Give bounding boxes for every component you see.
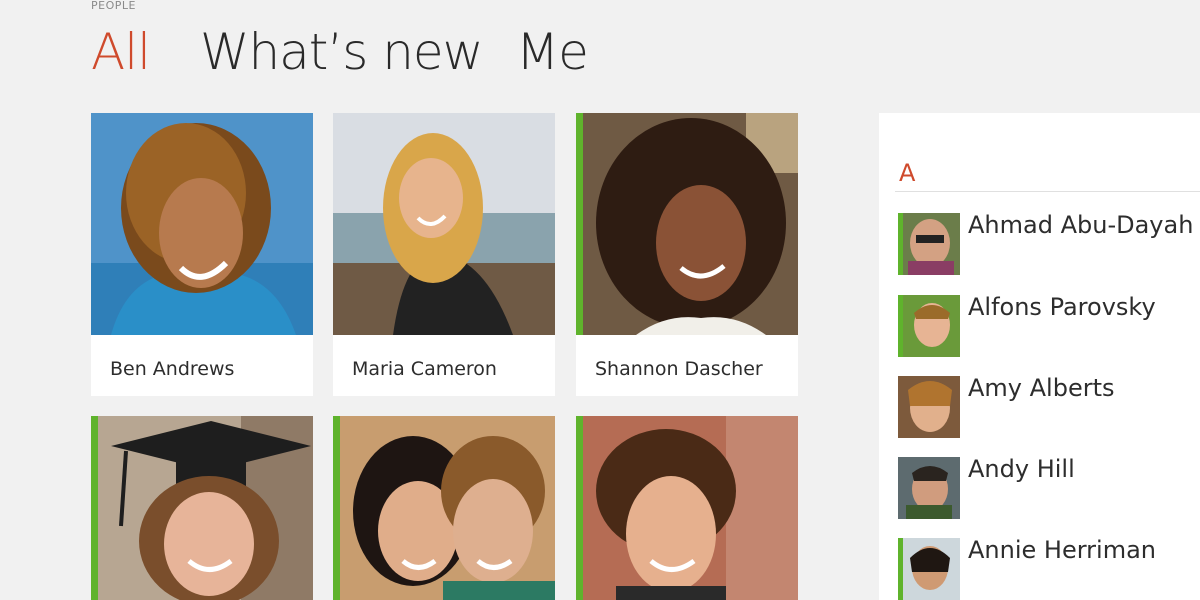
list-item-andy-hill[interactable]: Andy Hill <box>898 455 1198 519</box>
contact-tile-name: Maria Cameron <box>352 358 497 380</box>
list-item-name: Amy Alberts <box>968 374 1115 402</box>
list-item-name: Andy Hill <box>968 455 1075 483</box>
app-title: PEOPLE <box>91 0 136 12</box>
list-item-name: Ahmad Abu-Dayah <box>968 211 1194 239</box>
list-item-alfons-parovsky[interactable]: Alfons Parovsky <box>898 293 1198 357</box>
avatar <box>898 457 960 519</box>
divider <box>895 191 1200 192</box>
avatar <box>898 295 960 357</box>
avatar-accent-bar <box>898 295 903 357</box>
tab-me[interactable]: Me <box>516 22 589 82</box>
contact-tile-name: Ben Andrews <box>110 358 235 380</box>
contact-photo <box>576 416 798 600</box>
list-item-ahmad-abu-dayah[interactable]: Ahmad Abu-Dayah <box>898 211 1198 275</box>
contact-photo <box>91 416 313 600</box>
list-item-annie-herriman[interactable]: Annie Herriman <box>898 536 1198 600</box>
contact-tile-name: Shannon Dascher <box>595 358 763 380</box>
avatar <box>898 376 960 438</box>
avatar-accent-bar <box>898 213 903 275</box>
contact-photo <box>576 113 798 335</box>
tab-whats-new[interactable]: What’s new <box>200 22 484 82</box>
contact-tile-ben-andrews[interactable]: Ben Andrews <box>91 113 313 396</box>
contact-photo <box>333 416 555 600</box>
contact-tile[interactable] <box>333 416 555 600</box>
avatar <box>898 538 960 600</box>
contact-photo <box>91 113 313 335</box>
contact-tile-shannon-dascher[interactable]: Shannon Dascher <box>576 113 798 396</box>
alphabetical-contact-list: A Ahmad Abu-Dayah Alfons Parovsky Amy Al… <box>879 113 1200 600</box>
list-item-amy-alberts[interactable]: Amy Alberts <box>898 374 1198 438</box>
tab-all[interactable]: All <box>91 22 151 82</box>
tile-accent-bar <box>333 416 340 600</box>
tile-accent-bar <box>576 113 583 335</box>
tile-accent-bar <box>576 416 583 600</box>
contact-tile[interactable] <box>91 416 313 600</box>
avatar-accent-bar <box>898 538 903 600</box>
contact-tile[interactable] <box>576 416 798 600</box>
tile-accent-bar <box>91 416 98 600</box>
contact-photo <box>333 113 555 335</box>
list-item-name: Alfons Parovsky <box>968 293 1156 321</box>
avatar <box>898 213 960 275</box>
alpha-group-letter[interactable]: A <box>899 159 915 187</box>
list-item-name: Annie Herriman <box>968 536 1156 564</box>
contact-tile-maria-cameron[interactable]: Maria Cameron <box>333 113 555 396</box>
